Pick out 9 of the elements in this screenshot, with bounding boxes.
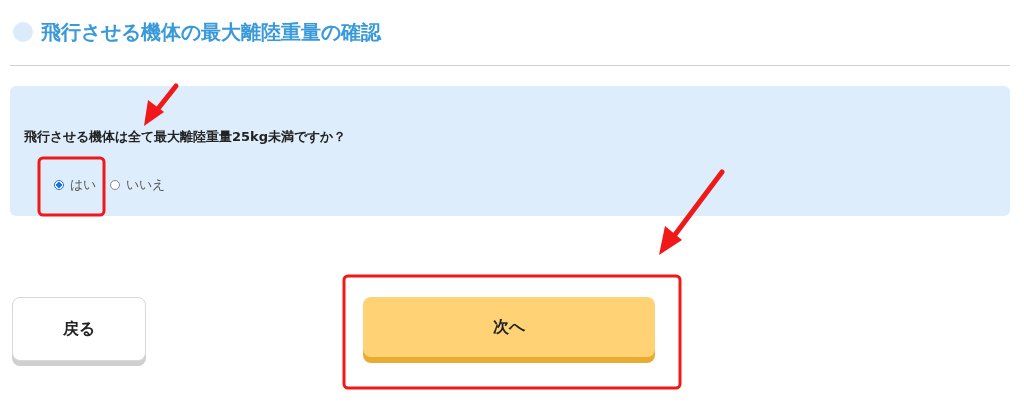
highlight-frame [37, 156, 106, 217]
radio-option[interactable]: いいえ [110, 176, 165, 194]
section-heading: 飛行させる機体の最大離陸重量の確認 [41, 18, 381, 46]
radio-button[interactable] [54, 180, 64, 190]
radio-button[interactable] [110, 180, 120, 190]
question-text: 飛行させる機体は全て最大離陸重量25kg未満ですか？ [24, 128, 348, 146]
radio-option[interactable]: はい [54, 176, 96, 194]
bullet-icon [13, 22, 33, 42]
annotation-arrow [144, 83, 179, 126]
